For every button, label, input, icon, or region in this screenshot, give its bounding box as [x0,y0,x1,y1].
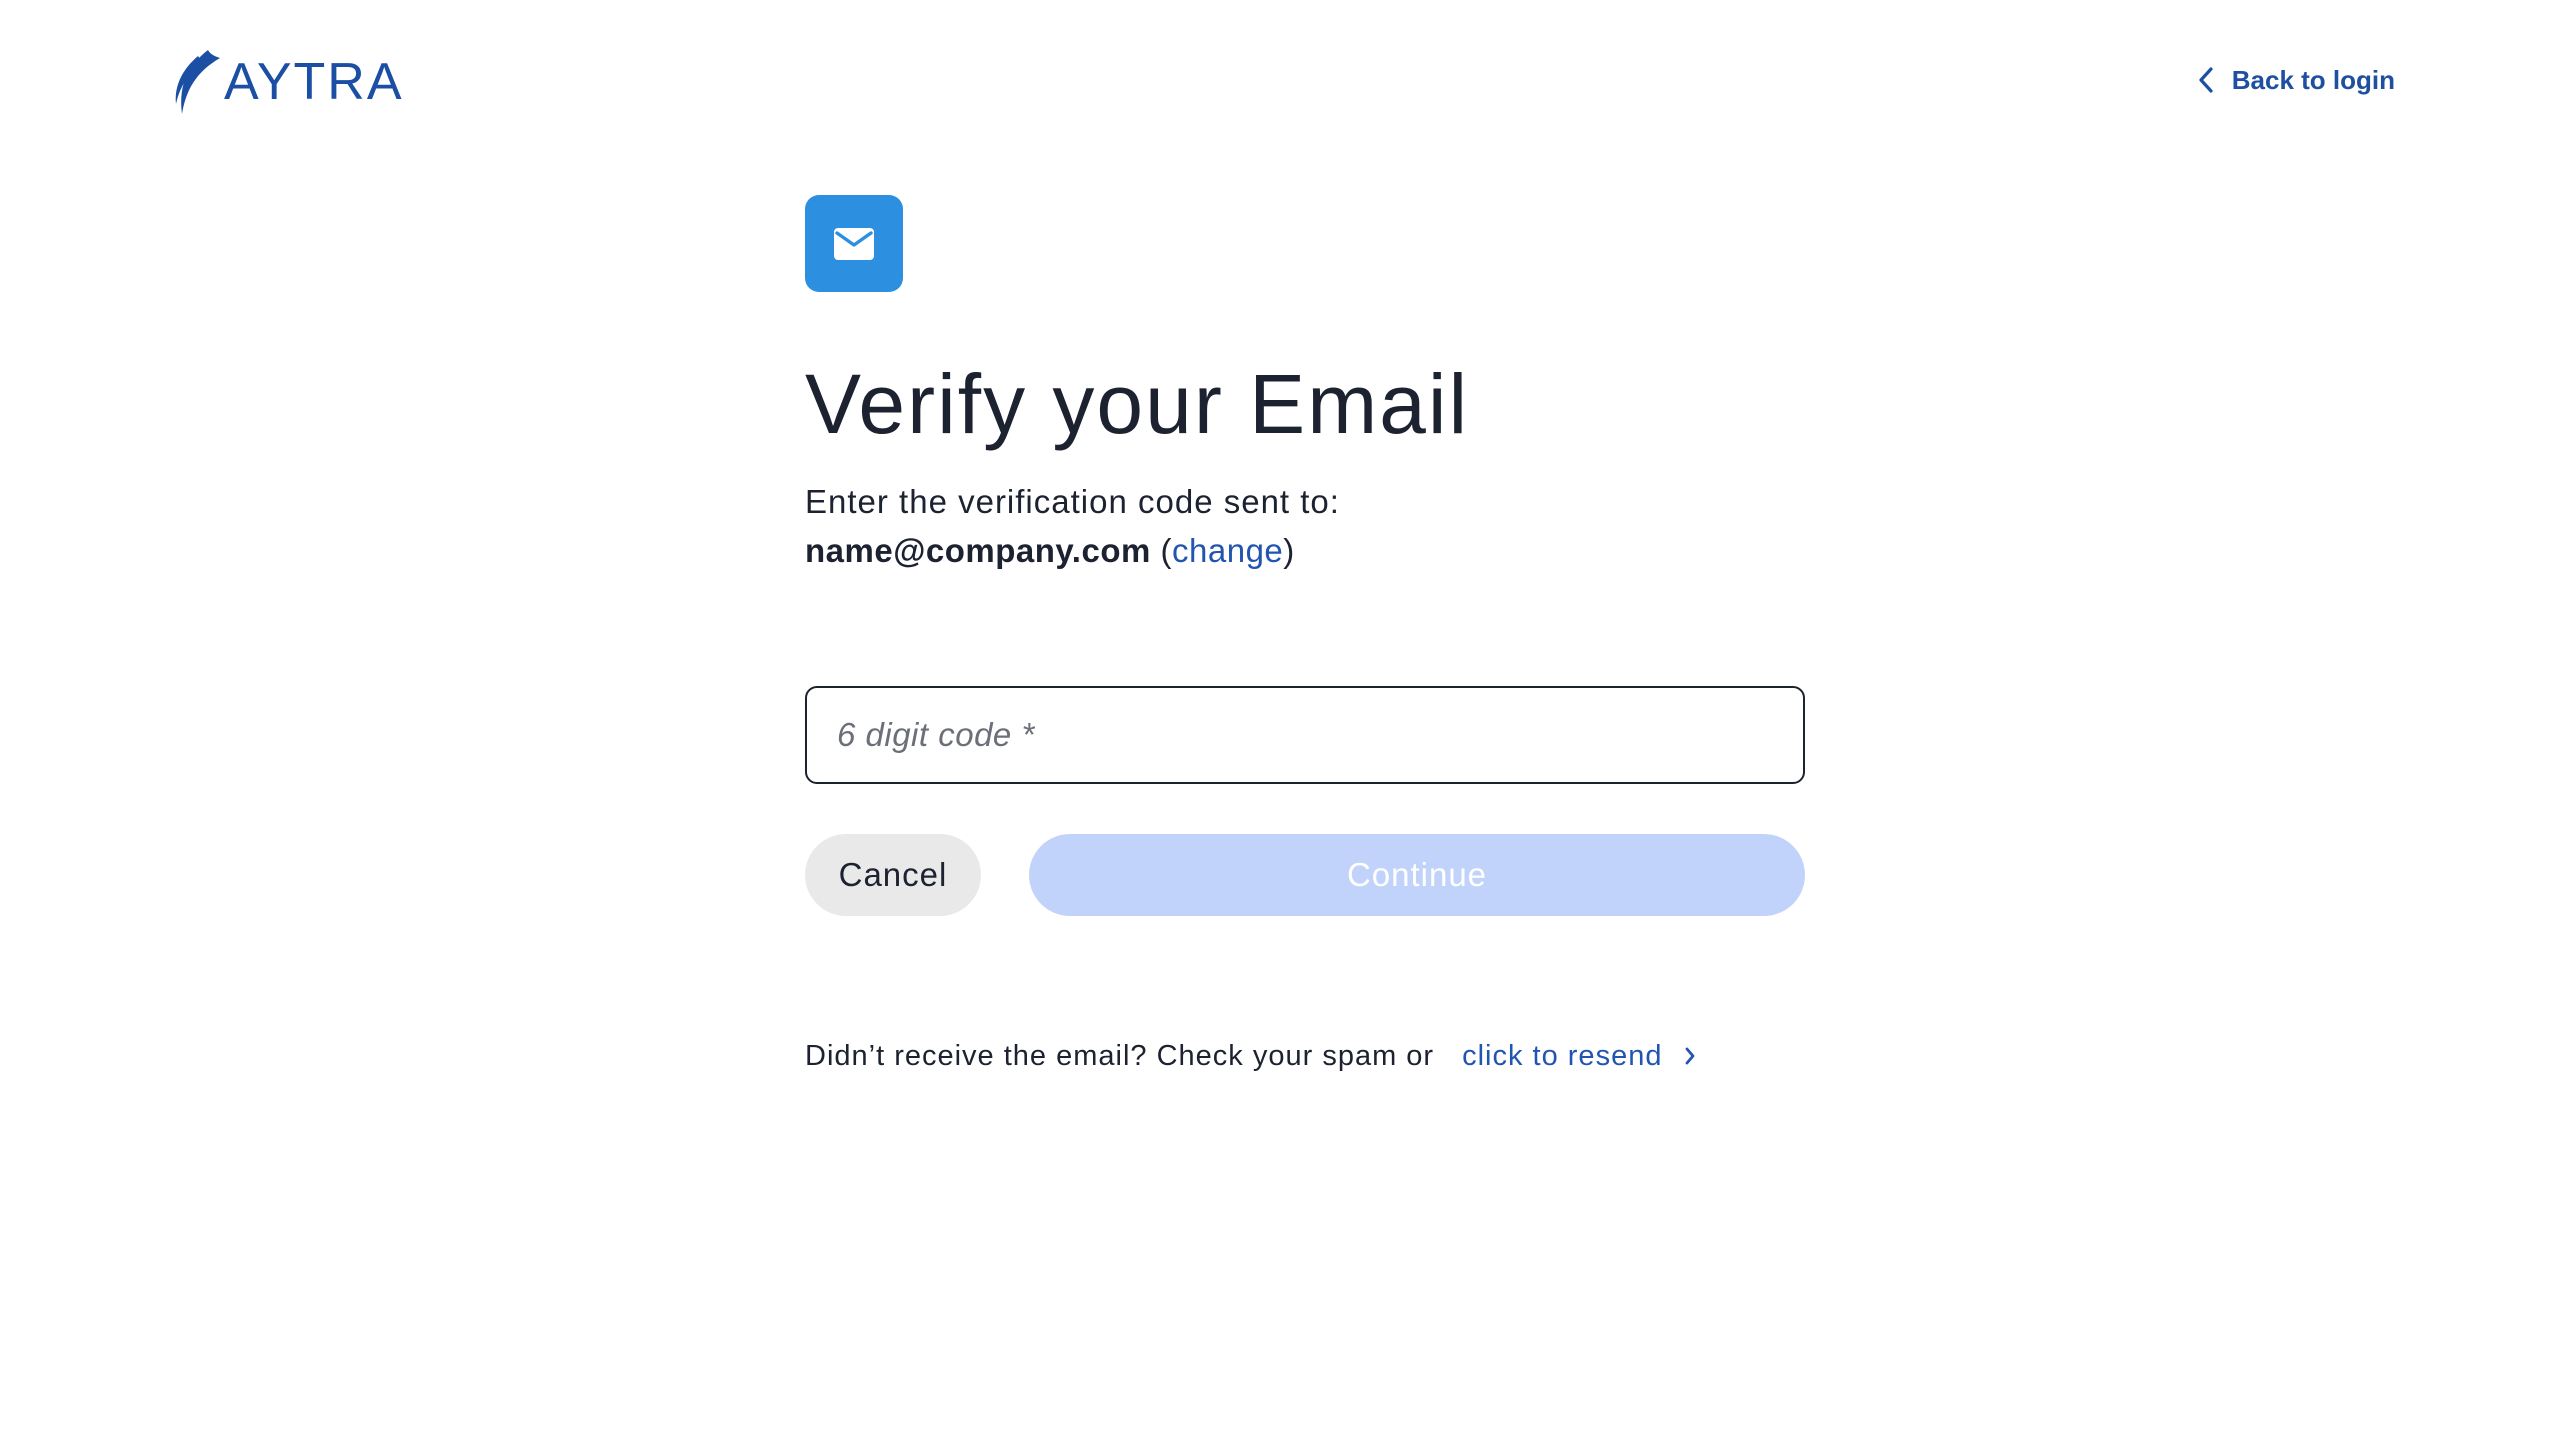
mail-icon [834,227,874,260]
resend-prompt: Didn’t receive the email? Check your spa… [805,1040,1435,1072]
logo-wordmark: AYTRA [224,53,404,111]
verification-code-input[interactable] [805,686,1805,784]
back-to-login-label: Back to login [2231,64,2395,95]
instruction-text: Enter the verification code sent to: [805,483,1340,520]
change-open-paren: ( [1150,532,1173,569]
page-title: Verify your Email [805,357,1470,451]
resend-link[interactable]: click to resend [1462,1036,1696,1076]
chevron-left-icon [2198,67,2214,93]
resend-label: click to resend [1462,1040,1663,1072]
chevron-right-icon [1684,1046,1696,1066]
change-email-link[interactable]: change [1172,532,1283,569]
continue-button[interactable]: Continue [1029,834,1805,916]
action-buttons: Cancel Continue [805,834,1805,916]
cancel-button[interactable]: Cancel [805,834,981,916]
change-close-paren: ) [1283,532,1295,569]
verify-panel: Verify your Email Enter the verification… [805,195,1805,1076]
email-address: name@company.com [805,532,1151,569]
brand-logo: AYTRA [170,46,404,118]
back-to-login-link[interactable]: Back to login [2198,60,2395,100]
logo-mark-icon [175,50,220,114]
resend-row: Didn’t receive the email? Check your spa… [805,1036,1805,1076]
mail-badge [805,195,903,292]
email-line: name@company.com (change) [805,526,1805,576]
